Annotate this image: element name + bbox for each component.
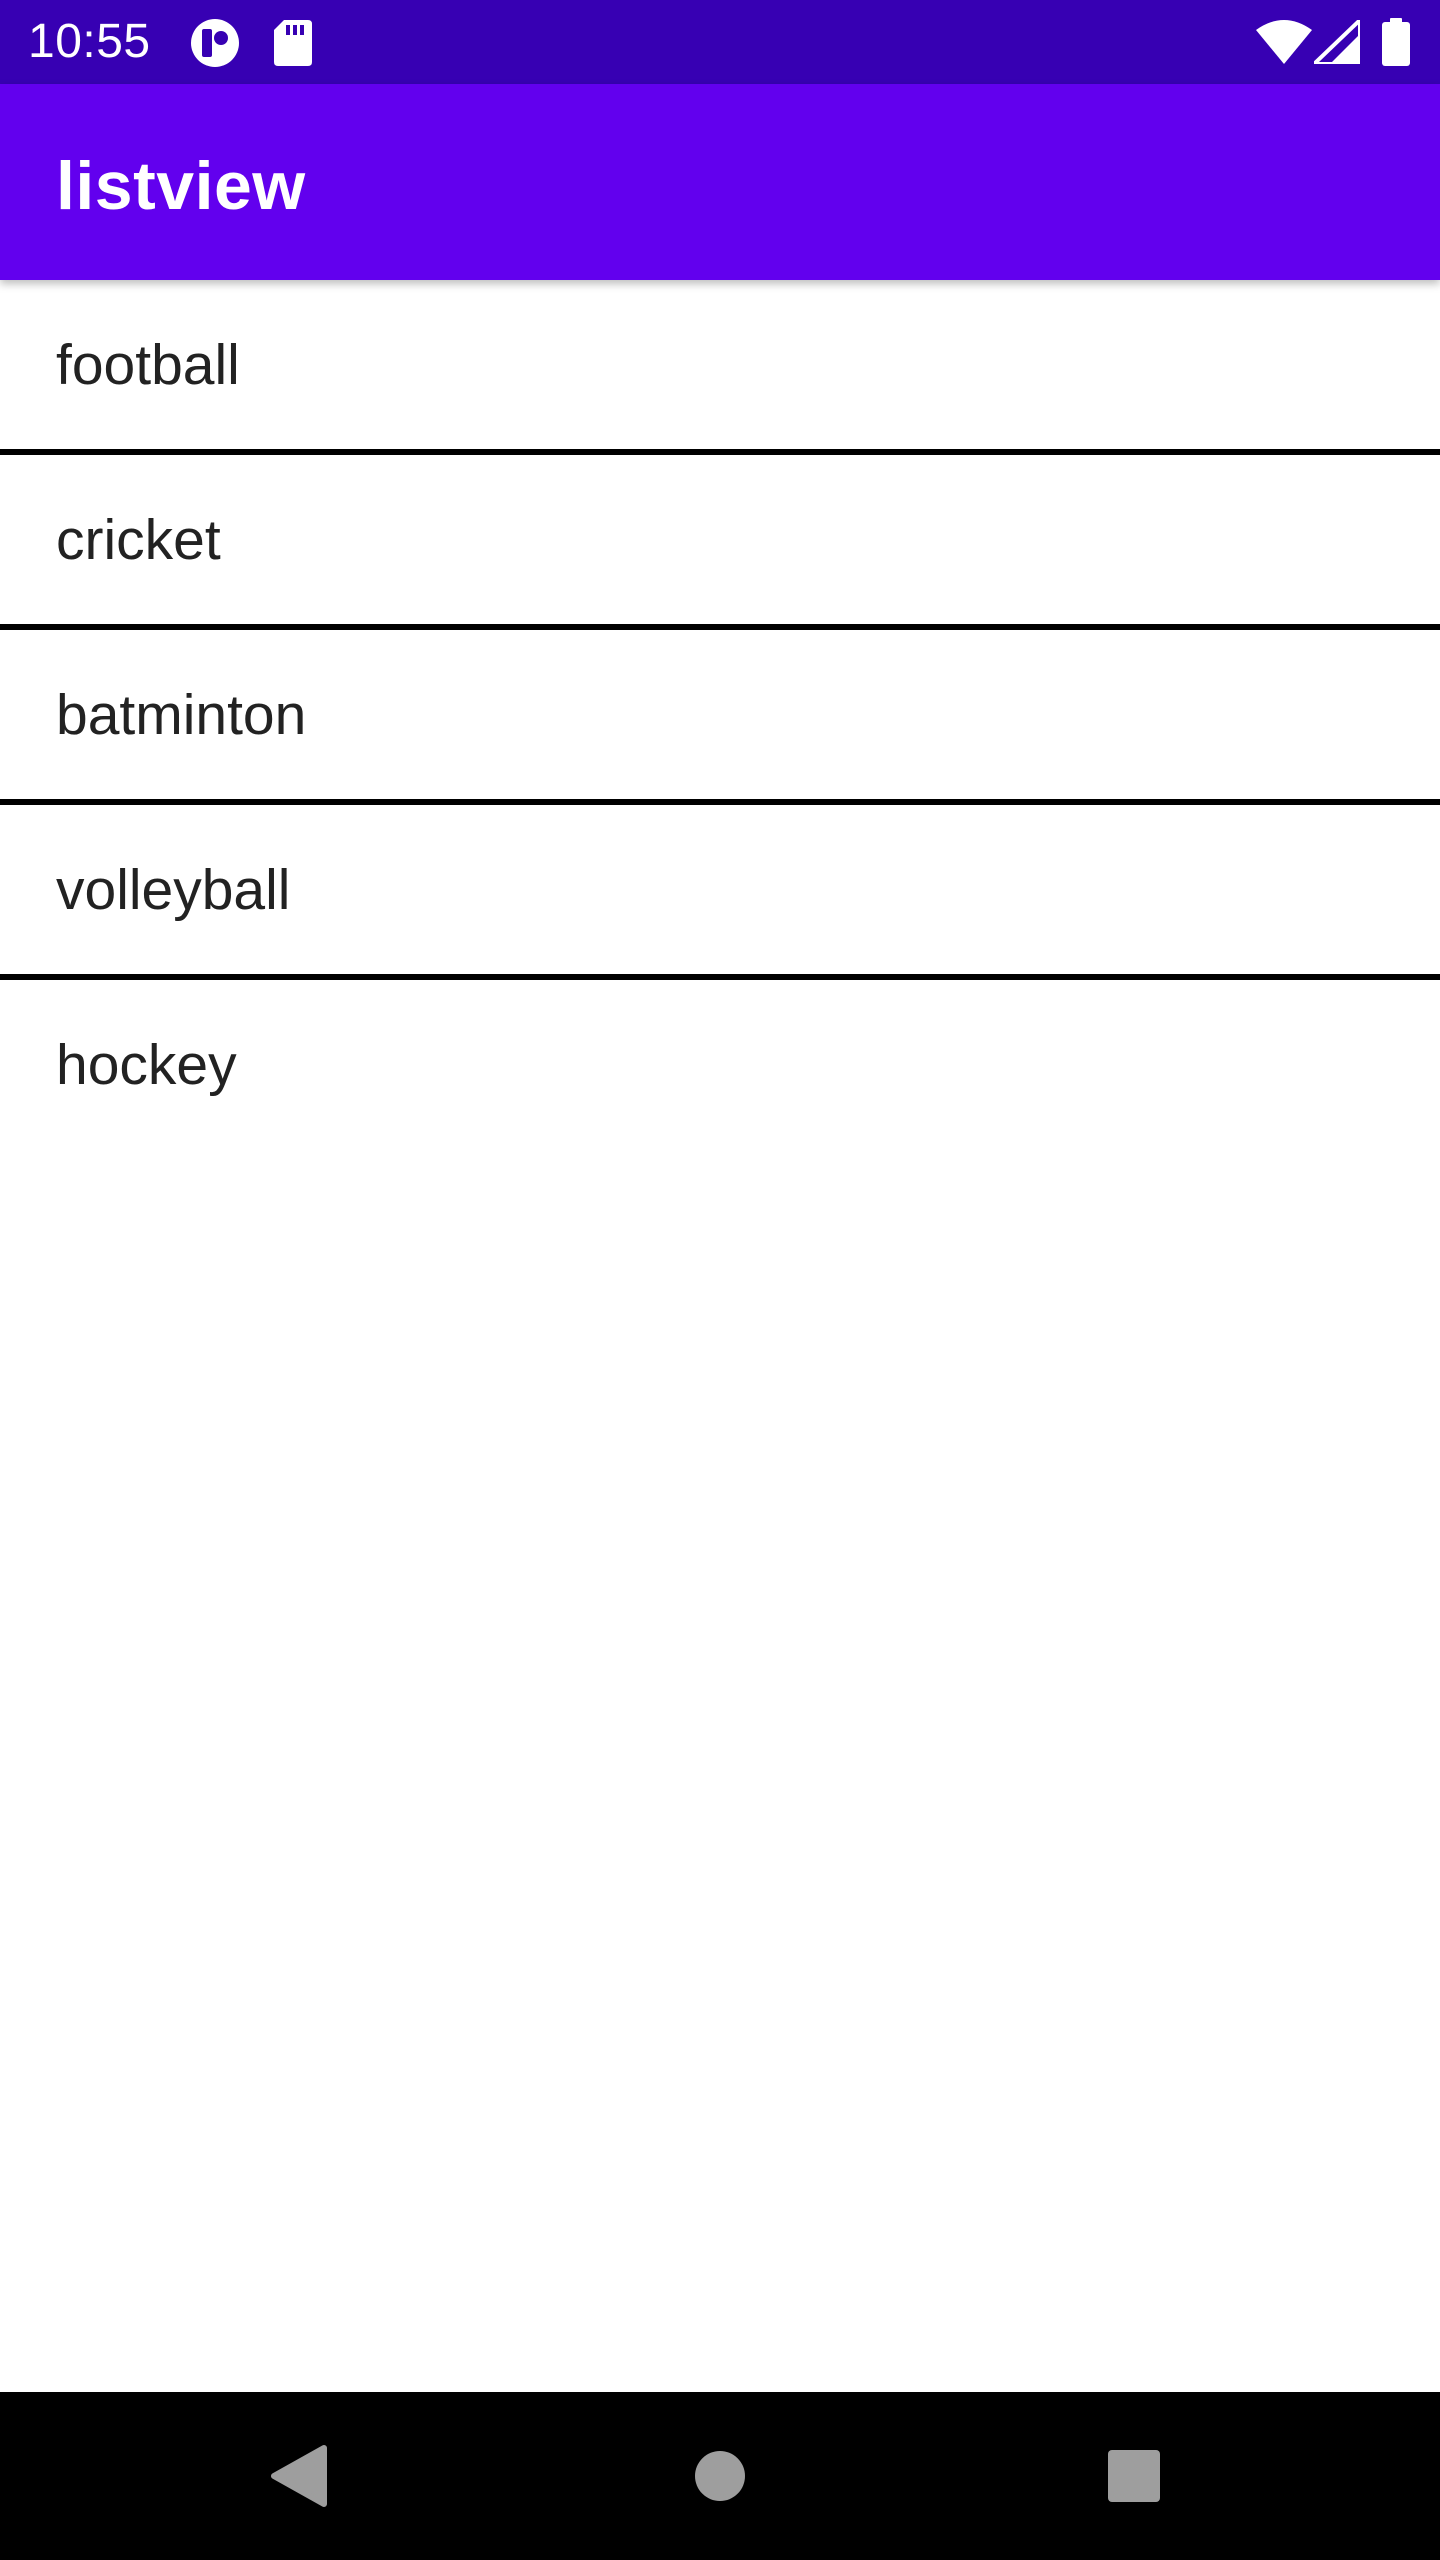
- sports-list[interactable]: football cricket batminton volleyball ho…: [0, 280, 1440, 1149]
- recents-icon[interactable]: [1108, 2450, 1160, 2502]
- list-item-cricket[interactable]: cricket: [0, 455, 1440, 624]
- wifi-icon: [1256, 20, 1312, 64]
- list-item-label: football: [56, 332, 240, 397]
- status-time: 10:55: [28, 15, 151, 68]
- battery-icon: [1382, 18, 1410, 66]
- screen: 10:55 listview football cricket batminto…: [0, 0, 1440, 2560]
- app-bar: listview: [0, 84, 1440, 280]
- back-icon[interactable]: [270, 2444, 328, 2508]
- app-title: listview: [56, 148, 306, 224]
- list-item-label: hockey: [56, 1032, 237, 1097]
- home-icon[interactable]: [694, 2450, 746, 2502]
- list-item-volleyball[interactable]: volleyball: [0, 805, 1440, 974]
- app-notification-icon: [191, 19, 239, 67]
- list-item-label: volleyball: [56, 857, 291, 922]
- sd-card-icon: [274, 20, 312, 66]
- cellular-signal-icon: [1314, 20, 1360, 64]
- status-bar: 10:55: [0, 0, 1440, 84]
- list-item-batminton[interactable]: batminton: [0, 630, 1440, 799]
- list-item-label: batminton: [56, 682, 307, 747]
- list-item-hockey[interactable]: hockey: [0, 980, 1440, 1149]
- list-item-label: cricket: [56, 507, 221, 572]
- navigation-bar: [0, 2392, 1440, 2560]
- list-item-football[interactable]: football: [0, 280, 1440, 449]
